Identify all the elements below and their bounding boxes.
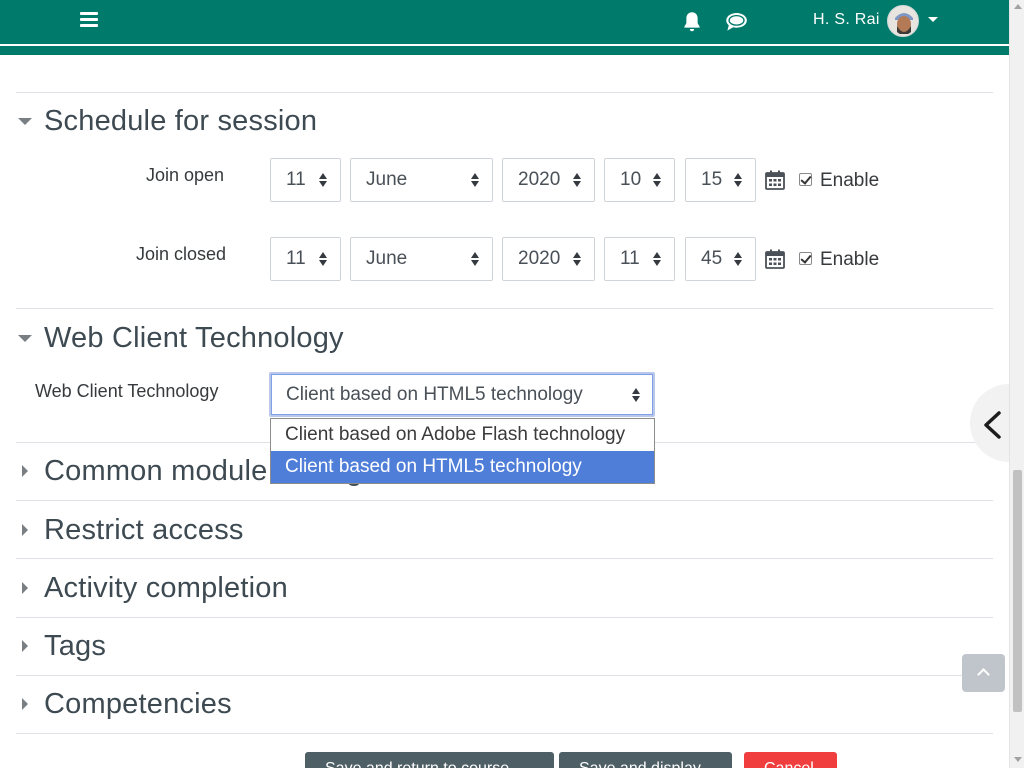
save-display-button[interactable]: Save and display (559, 752, 732, 768)
section-title: Web Client Technology (44, 321, 344, 354)
join-closed-day-select[interactable]: 11 (270, 237, 341, 281)
select-arrows-icon (319, 252, 328, 267)
calendar-icon[interactable] (765, 249, 785, 269)
select-value: 2020 (518, 248, 561, 269)
select-arrows-icon (573, 252, 582, 267)
select-arrows-icon (319, 173, 328, 188)
expand-triangle-icon (22, 698, 28, 710)
cancel-button[interactable]: Cancel (744, 752, 837, 768)
select-arrows-icon (632, 388, 641, 403)
hamburger-icon[interactable] (80, 12, 98, 28)
join-open-day-select[interactable]: 11 (270, 158, 341, 202)
select-value: 11 (620, 248, 640, 269)
section-title: Activity completion (44, 571, 288, 604)
section-title: Schedule for session (44, 104, 318, 137)
join-closed-year-select[interactable]: 2020 (502, 237, 595, 281)
select-arrows-icon (653, 173, 662, 188)
user-photo-icon (888, 6, 918, 36)
divider (16, 617, 993, 618)
join-closed-hour-select[interactable]: 11 (604, 237, 675, 281)
button-label: Cancel (764, 760, 814, 768)
select-value: 10 (620, 169, 642, 190)
select-arrows-icon (471, 252, 480, 267)
join-closed-minute-select[interactable]: 45 (685, 237, 756, 281)
expand-triangle-icon (22, 640, 28, 652)
scroll-down-arrow-icon[interactable] (1014, 757, 1022, 762)
divider (16, 500, 993, 501)
select-value: 2020 (518, 169, 561, 190)
select-value: Client based on HTML5 technology (286, 383, 583, 405)
back-to-top-button[interactable] (962, 654, 1005, 692)
join-open-hour-select[interactable]: 10 (604, 158, 675, 202)
expand-triangle-icon (22, 465, 28, 477)
scroll-up-arrow-icon[interactable] (1014, 4, 1022, 9)
web-client-label: Web Client Technology (35, 381, 219, 401)
divider (16, 558, 993, 559)
save-return-button[interactable]: Save and return to course (305, 752, 554, 768)
expand-triangle-icon (22, 582, 28, 594)
section-header-web-client[interactable]: Web Client Technology (18, 318, 344, 358)
web-client-dropdown: Client based on Adobe Flash technology C… (270, 418, 655, 484)
section-header-activity-completion[interactable]: Activity completion (18, 568, 288, 608)
section-title: Restrict access (44, 513, 244, 546)
user-menu-caret-icon[interactable] (928, 17, 938, 22)
enable-label: Enable (820, 170, 880, 191)
select-value: June (366, 169, 408, 190)
section-header-schedule[interactable]: Schedule for session (18, 101, 317, 141)
collapse-triangle-icon (18, 334, 32, 342)
section-header-tags[interactable]: Tags (18, 626, 106, 666)
button-label: Save and return to course (325, 760, 509, 768)
join-closed-label: Join closed (136, 244, 227, 264)
select-arrows-icon (653, 252, 662, 267)
chat-icon[interactable] (723, 9, 749, 35)
calendar-icon[interactable] (765, 170, 785, 190)
expand-triangle-icon (22, 524, 28, 536)
select-arrows-icon (734, 252, 743, 267)
select-value: June (366, 248, 408, 269)
section-header-restrict-access[interactable]: Restrict access (18, 510, 244, 550)
select-value: 45 (701, 248, 723, 269)
navbar-bottom-stripe (0, 44, 1009, 55)
join-closed-enable-checkbox[interactable] (799, 252, 812, 265)
select-arrows-icon (573, 173, 582, 188)
top-navbar: H. S. Rai (0, 0, 1009, 44)
select-arrows-icon (471, 173, 480, 188)
section-title: Tags (44, 629, 107, 662)
avatar[interactable] (887, 5, 919, 37)
divider (16, 675, 993, 676)
user-name[interactable]: H. S. Rai (813, 11, 880, 29)
select-value: 15 (701, 169, 723, 190)
section-header-competencies[interactable]: Competencies (18, 684, 232, 724)
join-open-enable-checkbox[interactable] (799, 173, 812, 186)
join-open-month-select[interactable]: June (350, 158, 493, 202)
select-value: 11 (286, 169, 306, 190)
web-client-select[interactable]: Client based on HTML5 technology (269, 372, 655, 417)
join-open-label: Join open (146, 165, 225, 185)
join-open-minute-select[interactable]: 15 (685, 158, 756, 202)
scroll-thumb[interactable] (1013, 470, 1022, 712)
bell-icon[interactable] (679, 9, 705, 35)
join-closed-month-select[interactable]: June (350, 237, 493, 281)
section-title: Competencies (44, 687, 232, 720)
join-open-year-select[interactable]: 2020 (502, 158, 595, 202)
divider (16, 308, 993, 309)
select-value: 11 (286, 248, 306, 269)
page-scrollbar[interactable] (1009, 0, 1024, 768)
enable-label: Enable (820, 249, 880, 270)
dropdown-option-flash[interactable]: Client based on Adobe Flash technology (271, 419, 654, 451)
button-label: Save and display (579, 760, 701, 768)
select-arrows-icon (734, 173, 743, 188)
collapse-triangle-icon (18, 117, 32, 125)
divider (16, 92, 993, 93)
dropdown-option-html5[interactable]: Client based on HTML5 technology (271, 451, 654, 483)
divider (16, 733, 993, 734)
